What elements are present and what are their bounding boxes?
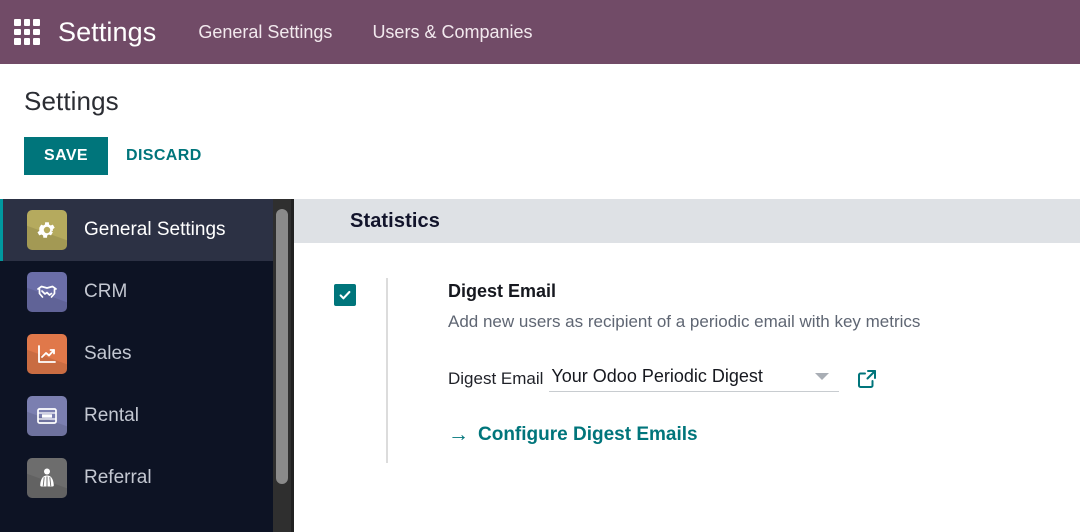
gear-icon bbox=[27, 210, 67, 250]
page-title: Settings bbox=[24, 86, 119, 116]
vertical-divider bbox=[386, 278, 388, 463]
section-header-statistics: Statistics bbox=[294, 199, 1080, 243]
body-wrapper: General Settings CRM Sales Rental Referr… bbox=[0, 199, 1080, 532]
setting-title: Digest Email bbox=[448, 281, 557, 301]
top-navbar: Settings General Settings Users & Compan… bbox=[0, 0, 1080, 64]
arrow-right-icon: → bbox=[448, 423, 469, 447]
sidebar-item-rental[interactable]: Rental bbox=[0, 385, 291, 447]
settings-content: Statistics Digest Email Add new users as… bbox=[291, 199, 1080, 532]
person-icon bbox=[27, 458, 67, 498]
configure-digest-emails-label: Configure Digest Emails bbox=[478, 423, 698, 445]
chevron-down-icon[interactable] bbox=[815, 372, 830, 380]
handshake-icon bbox=[27, 272, 67, 312]
control-panel: Settings SAVE DISCARD bbox=[0, 64, 1080, 199]
external-link-icon[interactable] bbox=[855, 367, 879, 391]
sidebar-item-label: General Settings bbox=[84, 219, 226, 240]
sidebar-item-label: Referral bbox=[84, 467, 152, 488]
ticket-icon bbox=[27, 396, 67, 436]
action-buttons: SAVE DISCARD bbox=[24, 137, 1080, 175]
sidebar-scrollbar[interactable] bbox=[273, 199, 291, 532]
sidebar-item-general-settings[interactable]: General Settings bbox=[0, 199, 291, 261]
digest-email-select[interactable]: Your Odoo Periodic Digest bbox=[549, 365, 840, 392]
sidebar-item-referral[interactable]: Referral bbox=[0, 447, 291, 509]
sidebar-item-crm[interactable]: CRM bbox=[0, 261, 291, 323]
section-title: Statistics bbox=[350, 209, 440, 232]
sidebar-scrollbar-thumb[interactable] bbox=[276, 209, 288, 484]
sidebar-item-label: Sales bbox=[84, 343, 132, 364]
save-button[interactable]: SAVE bbox=[24, 137, 108, 175]
digest-email-label: Digest Email bbox=[448, 368, 544, 388]
sidebar-item-label: Rental bbox=[84, 405, 139, 426]
settings-sidebar: General Settings CRM Sales Rental Referr… bbox=[0, 199, 291, 532]
setting-details: Digest Email Add new users as recipient … bbox=[386, 281, 920, 446]
setting-block-digest-email: Digest Email Add new users as recipient … bbox=[294, 243, 1080, 463]
configure-digest-emails-link[interactable]: → Configure Digest Emails bbox=[448, 424, 698, 446]
discard-button[interactable]: DISCARD bbox=[108, 137, 220, 175]
nav-item-users-companies[interactable]: Users & Companies bbox=[372, 22, 532, 43]
digest-email-field-row: Digest Email Your Odoo Periodic Digest bbox=[448, 366, 920, 392]
sidebar-item-sales[interactable]: Sales bbox=[0, 323, 291, 385]
nav-item-general-settings[interactable]: General Settings bbox=[198, 22, 332, 43]
digest-email-select-value: Your Odoo Periodic Digest bbox=[551, 365, 763, 386]
checkbox-column bbox=[334, 281, 386, 446]
digest-email-checkbox[interactable] bbox=[334, 284, 356, 306]
chart-up-icon bbox=[27, 334, 67, 374]
apps-grid-icon[interactable] bbox=[14, 19, 40, 45]
setting-description: Add new users as recipient of a periodic… bbox=[448, 311, 921, 331]
app-brand-name[interactable]: Settings bbox=[58, 17, 156, 48]
sidebar-item-label: CRM bbox=[84, 281, 128, 302]
